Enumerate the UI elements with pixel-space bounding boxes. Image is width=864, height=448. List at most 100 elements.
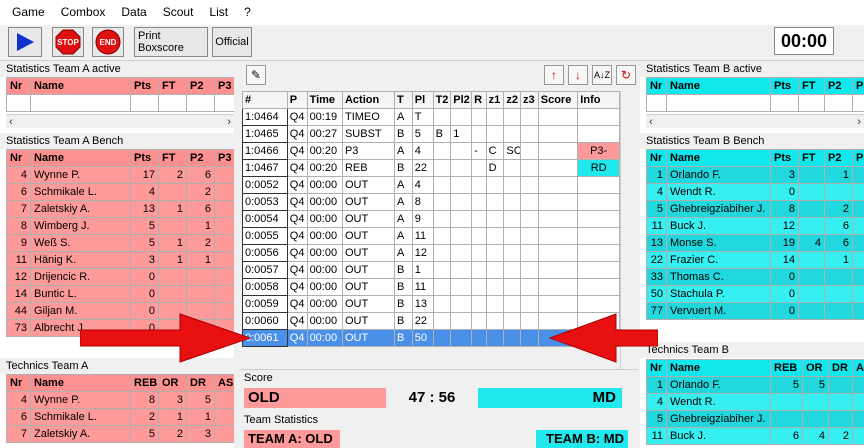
team-b-active-header-nr[interactable]: Nr [646,77,667,95]
team-a-tech-row[interactable]: 6 Schmikale L. 2 1 1 [6,408,234,426]
team-a-tech-row[interactable]: 4Wynne P.8352 [6,391,234,409]
menu-data[interactable]: Data [113,0,154,25]
team-a-bench-row[interactable]: 14 Buntic L. 0 [6,285,234,303]
team-a-active-header-nr[interactable]: Nr [6,77,31,95]
team-a-tech-header-nr[interactable]: Nr [6,374,31,392]
team-a-tech-row[interactable]: 7Zaletskiy A.5234 [6,425,234,443]
team-a-bench-row[interactable]: 8Wimberg J.5 11 [6,217,234,235]
arrow-up-icon[interactable]: ↑ [544,65,564,85]
pbp-header-t[interactable]: T [394,91,413,109]
team-b-active-header-p2[interactable]: P2 [824,77,853,95]
team-b-active-header-ft[interactable]: FT [798,77,825,95]
team-b-active-table[interactable]: NrNamePtsFTP2P3 [646,77,864,112]
team-b-bench-row[interactable]: 77 Vervuert M. 0 [646,302,864,320]
team-a-bench-row[interactable]: 12 Drijencic R. 0 [6,268,234,286]
team-a-active-table[interactable]: Nr Name Pts FT P2 P3 [6,77,234,112]
pbp-header-p[interactable]: P [286,91,308,109]
pbp-header-info[interactable]: Info [577,91,620,109]
team-a-active-header-p2[interactable]: P2 [186,77,215,95]
menu-scout[interactable]: Scout [155,0,202,25]
stop-button[interactable]: STOP [52,27,84,57]
edit-icon[interactable]: ✎ [246,65,266,85]
pbp-header-action[interactable]: Action [341,91,396,109]
team-a-bench-header-p3[interactable]: P3 [214,149,234,167]
team-a-tech-header-or[interactable]: OR [158,374,187,392]
pbp-header-z2[interactable]: z2 [503,91,522,109]
official-button[interactable]: Official [212,27,252,57]
pbp-row[interactable]: 1:0464 Q4 00:19 TIMEO A T [242,108,620,126]
team-a-bench-header-p2[interactable]: P2 [186,149,215,167]
team-b-bench-header-pts[interactable]: Pts [770,149,799,167]
team-a-active-header-name[interactable]: Name [30,77,131,95]
pbp-row[interactable]: 0:0053 Q4 00:00 OUT A 8 [242,193,620,211]
team-b-bench-row[interactable]: 33 Thomas C. 0 [646,268,864,286]
pbp-header-id[interactable]: # [242,91,288,109]
team-a-bench-header-pts[interactable]: Pts [130,149,159,167]
team-a-tech-header-as[interactable]: AS [214,374,234,392]
pbp-row[interactable]: 1:0466Q400:20P3A4 -CSCJS P3- [242,142,620,160]
menu-combox[interactable]: Combox [53,0,114,25]
team-a-bench-row[interactable]: 7 Zaletskiy A. 13 1 6 [6,200,234,218]
pbp-header-score[interactable]: Score [537,91,579,109]
pbp-header-pl[interactable]: Pl [411,91,434,109]
pbp-row[interactable]: 0:0052 Q4 00:00 OUT A 4 [242,176,620,194]
team-a-active-header-ft[interactable]: FT [158,77,187,95]
team-b-bench-row[interactable]: 13Monse S.19461 [646,234,864,252]
team-b-tech-row[interactable]: 1 Orlando F. 5 5 [646,376,864,394]
team-b-tech-row[interactable]: 5 Ghebreigziabiher J. [646,410,864,428]
team-b-bench-row[interactable]: 22Frazier C.1414 [646,251,864,269]
pbp-header-t2[interactable]: T2 [432,91,452,109]
team-a-bench-header-nr[interactable]: Nr [6,149,31,167]
pbp-row[interactable]: 0:0058 Q4 00:00 OUT B 11 [242,278,620,296]
team-b-bench-row[interactable]: 50 Stachula P. 0 [646,285,864,303]
team-b-tech-header-dr[interactable]: DR [828,359,853,377]
team-b-bench-row[interactable]: 11 Buck J. 12 6 [646,217,864,235]
team-b-tech-row[interactable]: 11 Buck J. 6 4 2 [646,427,864,445]
pbp-row[interactable]: 1:0467 Q4 00:20 REB B 22 D RD [242,159,620,177]
menu-help[interactable]: ? [236,0,259,25]
team-a-tech-header-reb[interactable]: REB [130,374,159,392]
team-a-active-hscroll[interactable]: ‹ › [6,114,234,128]
team-a-tech-table[interactable]: NrNameREBORDRAS 4Wynne P.83526Schmikale … [6,374,234,443]
team-b-bench-header-nr[interactable]: Nr [646,149,667,167]
team-b-active-header-name[interactable]: Name [666,77,771,95]
team-b-bench-header-p2[interactable]: P2 [824,149,853,167]
menu-list[interactable]: List [201,0,236,25]
team-b-bench-row[interactable]: 5Ghebreigziabiher J.8 22 [646,200,864,218]
sort-icon[interactable]: A↓Z [592,65,612,85]
team-b-bench-header-ft[interactable]: FT [798,149,825,167]
team-a-tech-header-dr[interactable]: DR [186,374,215,392]
end-button[interactable]: END [92,27,124,57]
team-b-bench-row[interactable]: 4 Wendt R. 0 [646,183,864,201]
team-a-bench-row[interactable]: 6 Schmikale L. 4 2 [6,183,234,201]
team-b-bench-row[interactable]: 1 Orlando F. 3 1 [646,166,864,184]
team-b-tech-header-as[interactable]: AS [852,359,864,377]
team-b-active-hscroll[interactable]: ‹ › [646,114,864,128]
team-b-active-header-p3[interactable]: P3 [852,77,864,95]
arrow-down-icon[interactable]: ↓ [568,65,588,85]
play-by-play-table[interactable]: # P Time Action T Pl T2 Pl2 Rz1 z2 z3 Score Info 1:0… [242,91,620,347]
team-b-bench-header-p3[interactable]: P3 [852,149,864,167]
pbp-header-r[interactable]: R [471,91,487,109]
team-a-bench-header-ft[interactable]: FT [158,149,187,167]
print-boxscore-button[interactable]: Print Boxscore [134,27,208,57]
team-a-bench-row[interactable]: 4Wynne P.17261 [6,166,234,184]
menu-game[interactable]: Game [4,0,53,25]
pbp-row[interactable]: 0:0056 Q4 00:00 OUT A 12 [242,244,620,262]
team-a-bench-row[interactable]: 11 Hänig K. 3 1 1 [6,251,234,269]
pbp-row[interactable]: 0:0055 Q4 00:00 OUT A 11 [242,227,620,245]
team-b-tech-table[interactable]: NrNameREBORDRAS 1Orlando F.554Wendt R.5G… [646,359,864,445]
team-a-tech-header-name[interactable]: Name [30,374,131,392]
team-a-active-header-p3[interactable]: P3 [214,77,234,95]
team-b-active-header-pts[interactable]: Pts [770,77,799,95]
pbp-row[interactable]: 0:0057 Q4 00:00 OUT B 1 [242,261,620,279]
team-b-tech-header-name[interactable]: Name [666,359,771,377]
pbp-header-time[interactable]: Time [306,91,343,109]
team-a-bench-header-name[interactable]: Name [30,149,131,167]
refresh-icon[interactable]: ↻ [616,65,636,85]
pbp-header-pl2[interactable]: Pl2 [450,91,473,109]
team-b-bench-table[interactable]: NrNamePtsFTP2P3 1Orlando F.314Wendt R.05… [646,149,864,320]
team-b-tech-header-or[interactable]: OR [802,359,829,377]
pbp-header-z3[interactable]: z3 [520,91,539,109]
pbp-row[interactable]: 1:0465 Q4 00:27 SUBST B 5 B 1 [242,125,620,143]
